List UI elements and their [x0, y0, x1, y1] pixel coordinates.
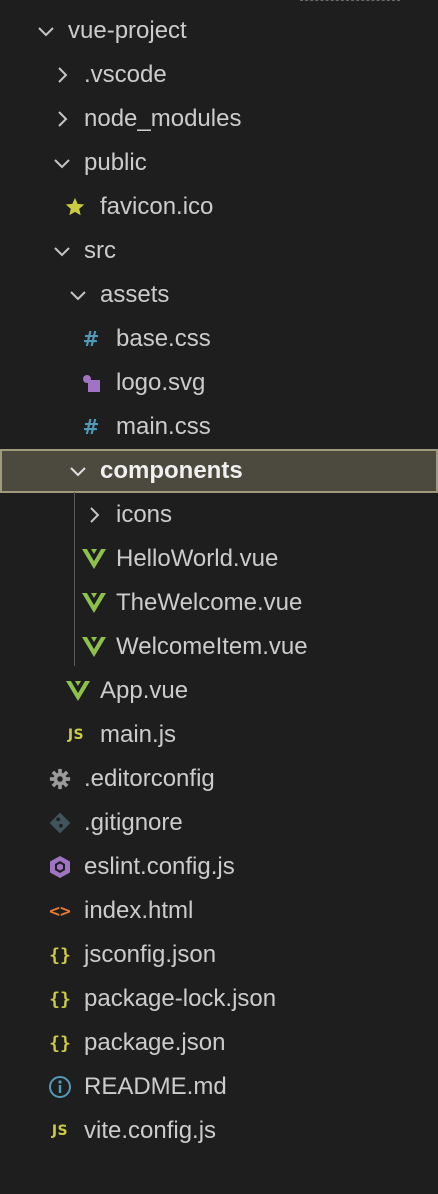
tree-item-label: .vscode: [84, 61, 167, 88]
tree-item-public[interactable]: public: [0, 141, 438, 185]
chevron-down-icon: [70, 291, 86, 301]
chevron-right-icon: [90, 507, 100, 523]
tree-item-logo-svg[interactable]: logo.svg: [0, 361, 438, 405]
tree-item-app-vue[interactable]: App.vue: [0, 669, 438, 713]
vue-icon: [66, 680, 90, 702]
tree-item-label: main.js: [100, 721, 177, 748]
tree-item-jsconfig-json[interactable]: {} jsconfig.json: [0, 933, 438, 977]
chevron-down-icon: [38, 27, 54, 37]
tree-item-welcomeitem-vue[interactable]: WelcomeItem.vue: [0, 625, 438, 669]
tree-item-label: favicon.ico: [100, 193, 214, 220]
gear-icon: [48, 768, 72, 790]
tree-item-node-modules[interactable]: node_modules: [0, 97, 438, 141]
tree-item-eslint-config[interactable]: eslint.config.js: [0, 845, 438, 889]
tree-item-editorconfig[interactable]: .editorconfig: [0, 757, 438, 801]
tree-item-main-js[interactable]: JS main.js: [0, 713, 438, 757]
tree-item-label: node_modules: [84, 105, 242, 132]
json-icon: {}: [49, 944, 71, 966]
js-icon: JS: [67, 727, 85, 743]
tree-item-label: vite.config.js: [84, 1117, 217, 1144]
tree-item-label: main.css: [116, 413, 211, 440]
tree-item-label: assets: [100, 281, 170, 308]
tree-item-readme[interactable]: README.md: [0, 1065, 438, 1109]
tree-item-src[interactable]: src: [0, 229, 438, 273]
vue-icon: [82, 592, 106, 614]
tree-item-label: .editorconfig: [84, 765, 215, 792]
top-edge-divider: [300, 0, 400, 5]
tree-item-gitignore[interactable]: .gitignore: [0, 801, 438, 845]
vue-icon: [82, 636, 106, 658]
tree-item-base-css[interactable]: # base.css: [0, 317, 438, 361]
tree-item-favicon[interactable]: favicon.ico: [0, 185, 438, 229]
tree-item-label: HelloWorld.vue: [116, 545, 279, 572]
tree-item-label: package-lock.json: [84, 985, 277, 1012]
chevron-right-icon: [58, 111, 68, 127]
git-icon: [48, 812, 72, 834]
tree-item-main-css[interactable]: # main.css: [0, 405, 438, 449]
star-icon: [63, 196, 87, 218]
json-icon: {}: [49, 988, 71, 1010]
tree-item-vite-config[interactable]: JS vite.config.js: [0, 1109, 438, 1153]
tree-item-label: eslint.config.js: [84, 853, 235, 880]
tree-item-label: jsconfig.json: [84, 941, 217, 968]
html-icon: <>: [49, 900, 71, 922]
tree-item-package-lock-json[interactable]: {} package-lock.json: [0, 977, 438, 1021]
tree-item-label: vue-project: [68, 17, 187, 44]
tree-item-label: package.json: [84, 1029, 226, 1056]
tree-item-label: README.md: [84, 1073, 227, 1100]
tree-item-label: logo.svg: [116, 369, 206, 396]
tree-item-label: components: [100, 457, 243, 484]
css-hash-icon: #: [82, 415, 100, 439]
tree-item-vue-project[interactable]: vue-project: [0, 9, 438, 53]
css-hash-icon: #: [82, 327, 100, 351]
chevron-right-icon: [58, 67, 68, 83]
tree-item-label: icons: [116, 501, 173, 528]
svg-shapes-icon: [79, 372, 103, 394]
tree-item-icons[interactable]: icons: [0, 493, 438, 537]
tree-item-label: public: [84, 149, 147, 176]
vue-icon: [82, 548, 106, 570]
tree-item-label: index.html: [84, 897, 194, 924]
tree-item-thewelcome-vue[interactable]: TheWelcome.vue: [0, 581, 438, 625]
tree-item-assets[interactable]: assets: [0, 273, 438, 317]
explorer-panel: vue-project .vscode node_modules public …: [0, 0, 438, 1194]
tree-item-vscode[interactable]: .vscode: [0, 53, 438, 97]
tree-item-components[interactable]: components: [0, 449, 438, 493]
tree-item-label: .gitignore: [84, 809, 183, 836]
tree-item-index-html[interactable]: <> index.html: [0, 889, 438, 933]
tree-item-label: WelcomeItem.vue: [116, 633, 308, 660]
tree-item-label: App.vue: [100, 677, 189, 704]
json-icon: {}: [49, 1032, 71, 1054]
tree-item-label: src: [84, 237, 116, 264]
tree-item-package-json[interactable]: {} package.json: [0, 1021, 438, 1065]
tree-item-helloworld-vue[interactable]: HelloWorld.vue: [0, 537, 438, 581]
tree-item-label: TheWelcome.vue: [116, 589, 303, 616]
chevron-down-icon: [54, 247, 70, 257]
eslint-icon: [48, 856, 72, 878]
info-icon: [48, 1076, 72, 1098]
tree-item-label: base.css: [116, 325, 211, 352]
chevron-down-icon: [54, 159, 70, 169]
chevron-down-icon: [70, 467, 86, 477]
js-icon: JS: [51, 1123, 69, 1139]
